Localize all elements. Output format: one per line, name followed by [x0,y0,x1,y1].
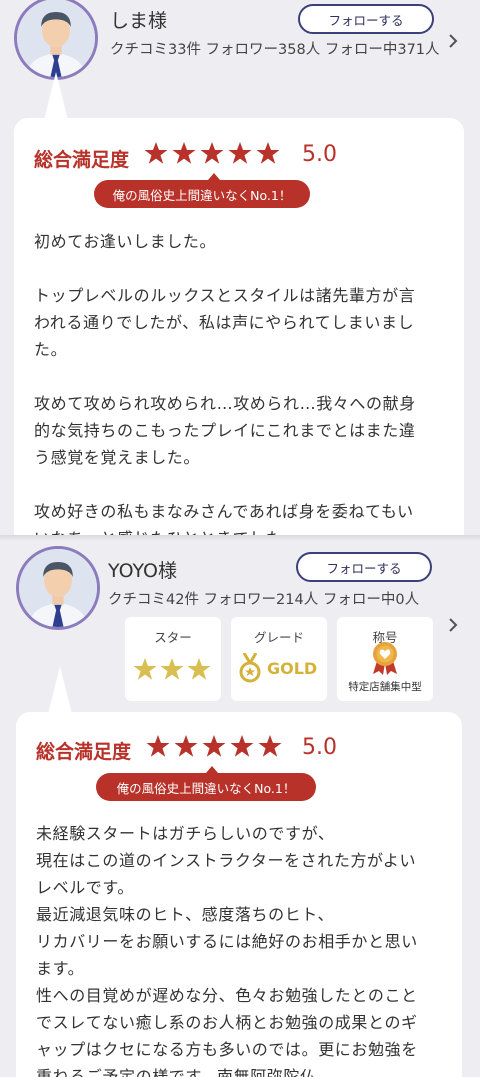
rank-value: 特定店舗集中型 [348,681,422,693]
user-name[interactable]: YOYO様 [108,556,177,583]
grade-card-title: グレード [253,630,304,645]
review-card: 総合満足度 5.0 俺の風俗史上間違いなくNo.1！ 初めてお逢いしました。トッ… [14,118,464,538]
star-icon [133,657,157,681]
avatar-icon [19,549,97,627]
star-icon [258,734,282,758]
score-value: 5.0 [302,142,337,167]
rank-medal-icon [369,641,401,675]
review-line: われる通りでしたが、私は声にやられてしまいまし [34,313,415,332]
review-line: トップレベルのルックスとスタイルは諸先輩方が言 [34,286,416,305]
star-level [133,657,211,681]
review-line: 最近減退気味のヒト、感度落ちのヒト、 [36,905,335,924]
follow-button[interactable]: フォローする [296,552,432,582]
star-icon [172,141,196,165]
review-card: 総合満足度 5.0 俺の風俗史上間違いなくNo.1！ 未経験スタートはガチらしい… [16,712,462,1077]
user-avatar[interactable] [14,0,98,80]
star-card: スター [125,617,221,701]
chevron-right-icon[interactable] [446,618,460,632]
review-section-1: しま様 フォローする クチコミ33件 フォロワー358人 フォロー中371人 総… [0,0,480,538]
star-icon [187,657,211,681]
medal-icon [239,653,261,683]
star-card-title: スター [154,630,192,645]
headline-badge: 俺の風俗史上間違いなくNo.1！ [96,773,316,801]
grade-display: GOLD [239,653,317,683]
satisfaction-label: 総合満足度 [34,149,130,171]
grade-card: グレード GOLD [231,617,327,701]
speech-tail [44,72,68,120]
headline-badge: 俺の風俗史上間違いなくNo.1！ [94,180,310,208]
review-line: リカバリーをお願いするには絶好のお相手かと思い [36,932,418,951]
rank-card: 称号 特定店舗集中型 [337,617,433,701]
review-line: た。 [34,340,68,359]
user-stats: クチコミ42件 フォロワー214人 フォロー中0人 [108,592,420,608]
speech-tail [48,666,72,714]
satisfaction-label: 総合満足度 [36,741,132,763]
review-line: レベルです。 [36,878,135,897]
user-stats: クチコミ33件 フォロワー358人 フォロー中371人 [110,42,440,58]
user-avatar[interactable] [16,546,100,630]
follow-button[interactable]: フォローする [298,4,434,34]
review-line: 性への目覚めが遅めな分、色々お勉強したとのこと [36,986,418,1005]
star-icon [174,734,198,758]
review-line [34,363,416,390]
review-line: 的な気持ちのこもったプレイにこれまでとはまた違 [34,421,416,440]
star-icon [144,141,168,165]
review-body: 未経験スタートはガチらしいのですが、現在はこの道のインストラクターをされた方がよ… [36,820,418,1077]
review-line: う感覚を覚えました。 [34,448,201,467]
review-line: 重ねるご予定の様です。南無阿弥陀仏。 [36,1067,334,1077]
review-line: ます。 [36,959,85,978]
score-value: 5.0 [302,735,337,760]
avatar-icon [17,0,95,77]
badge-tip [206,766,218,773]
star-icon [202,734,226,758]
rating-stars [146,734,282,758]
star-icon [160,657,184,681]
star-icon [228,141,252,165]
review-line: 初めてお逢いしました。 [34,232,217,251]
review-line: でスレてない癒し系のお人柄とお勉強の成果とのギ [36,1013,418,1032]
star-icon [146,734,170,758]
star-icon [200,141,224,165]
review-line: 攻め好きの私もまなみさんであれば身を委ねてもい [34,502,414,521]
rating-stars [144,141,280,165]
review-body: 初めてお逢いしました。トップレベルのルックスとスタイルは諸先輩方が言 われる通りで… [34,228,416,538]
grade-value: GOLD [267,658,318,678]
review-line: 未経験スタートはガチらしいのですが、 [36,824,335,843]
review-line: 現在はこの道のインストラクターをされた方がよい [36,851,417,870]
review-line [34,255,416,282]
review-line [34,471,416,498]
user-name[interactable]: しま様 [110,6,167,33]
star-icon [256,141,280,165]
review-line: 攻めて攻められ攻められ…攻められ…我々への献身 [34,394,416,413]
review-line: ャップはクセになる方も多いのでは。更にお勉強を [36,1040,418,1059]
chevron-right-icon[interactable] [446,34,460,48]
badge-tip [208,173,220,180]
star-icon [230,734,254,758]
